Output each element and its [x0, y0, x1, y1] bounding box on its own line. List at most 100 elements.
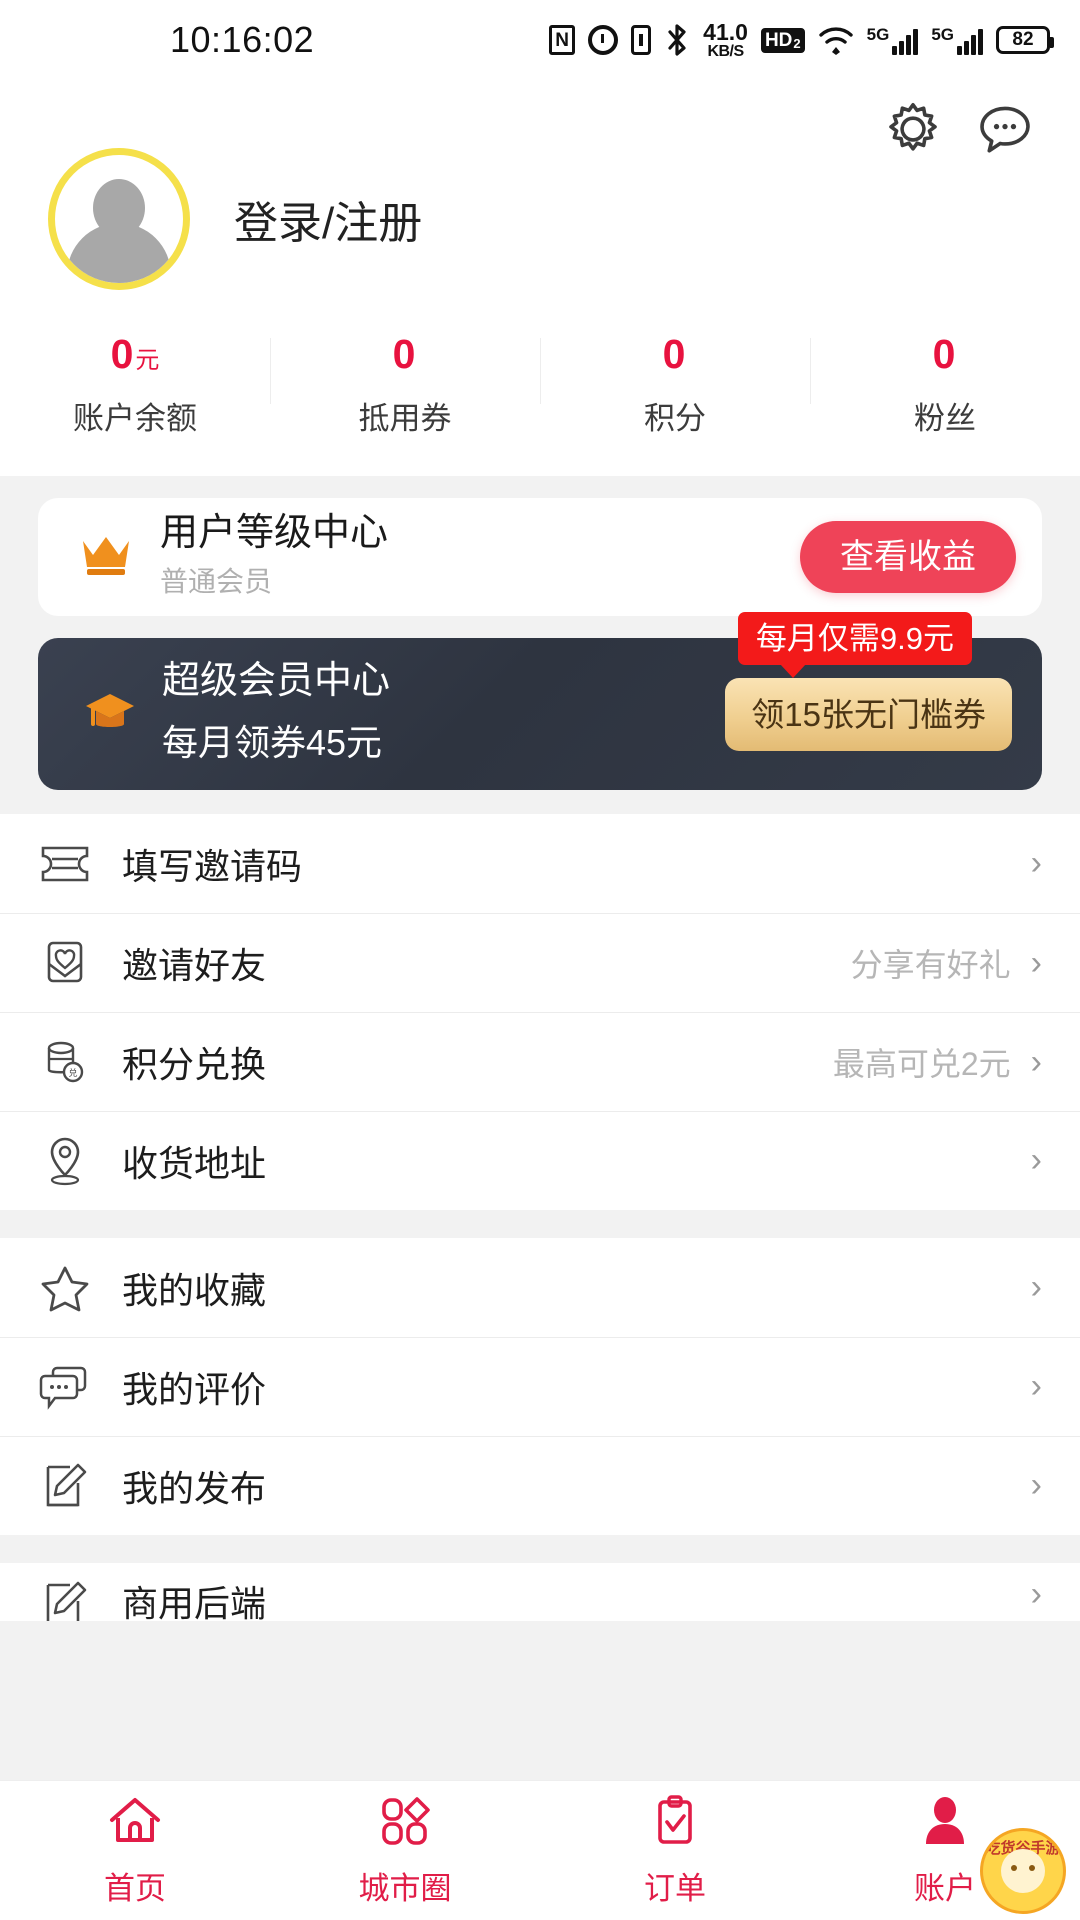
svg-text:兑: 兑 [68, 1067, 77, 1078]
city-glyph [382, 1796, 430, 1845]
profile-header: 登录/注册 0元 账户余额 0 抵用券 0 积分 0 粉丝 [0, 80, 1080, 476]
stat-item-fans[interactable]: 0 粉丝 [810, 334, 1080, 438]
login-register-label[interactable]: 登录/注册 [234, 187, 422, 251]
location-pin-glyph [50, 1137, 80, 1185]
sim2-label: 5G [931, 24, 954, 44]
menu-item-label: 积分兑换 [122, 1043, 267, 1085]
level-card-subtitle: 普通会员 [160, 565, 273, 597]
chevron-right-icon: › [1030, 844, 1042, 882]
stat-label: 积分 [644, 401, 706, 436]
star-glyph [41, 1266, 89, 1311]
menu-group-merchant: 商用后端 › [0, 1563, 1080, 1621]
tab-home[interactable]: 首页 [0, 1794, 270, 1908]
menu-item-merchant-backend[interactable]: 商用后端 › [0, 1563, 1080, 1621]
menu-group-secondary: 我的收藏 › 我的评价 › 我的发布 › [0, 1238, 1080, 1535]
user-level-card[interactable]: 用户等级中心 普通会员 查看收益 [38, 498, 1042, 616]
battery-icon: 82 [996, 26, 1054, 54]
stat-item-points[interactable]: 0 积分 [540, 334, 810, 438]
city-icon [376, 1794, 434, 1853]
chat-bubble-icon[interactable] [976, 100, 1034, 163]
menu-item-invite-friends[interactable]: 邀请好友 分享有好礼 › [0, 913, 1080, 1012]
menu-item-hint: 分享有好礼 [850, 946, 1011, 983]
menu-item-favorites[interactable]: 我的收藏 › [0, 1238, 1080, 1337]
account-icon [916, 1794, 974, 1853]
account-glyph [926, 1796, 964, 1844]
stat-value: 0 [662, 331, 686, 377]
merchant-glyph [46, 1581, 87, 1621]
menu-group-primary: 填写邀请码 › 邀请好友 分享有好礼 › 兑 积分兑换 最高可兑2元 › 收货地… [0, 814, 1080, 1210]
avatar[interactable] [48, 148, 190, 290]
network-speed-value: 41.0 [703, 18, 748, 45]
menu-item-shipping-address[interactable]: 收货地址 › [0, 1111, 1080, 1210]
merchant-icon [36, 1575, 94, 1621]
super-member-card[interactable]: 超级会员中心 每月领券45元 领15张无门槛券 每月仅需9.9元 [38, 612, 1042, 790]
menu-item-label: 我的评价 [122, 1368, 267, 1410]
section-divider [0, 1210, 1080, 1238]
ticket-glyph [41, 846, 89, 881]
menu-item-label: 填写邀请码 [122, 845, 303, 887]
level-card-title: 用户等级中心 [160, 512, 389, 555]
bluetooth-icon [664, 23, 690, 57]
coin-stack-glyph: 兑 [47, 1041, 84, 1082]
tab-label: 首页 [104, 1870, 166, 1906]
stat-value: 0 [392, 331, 416, 377]
home-glyph [110, 1797, 160, 1842]
super-card-title: 超级会员中心 [162, 660, 391, 703]
crown-icon [80, 531, 132, 584]
gear-glyph [889, 103, 937, 151]
menu-item-label: 我的收藏 [122, 1269, 267, 1311]
chevron-right-icon: › [1030, 1575, 1042, 1613]
chevron-right-icon: › [1030, 1367, 1042, 1405]
watermark-logo: 吃货谷手游 [980, 1828, 1066, 1914]
chevron-right-icon: › [1030, 943, 1042, 982]
membership-cards: 用户等级中心 普通会员 查看收益 超级会员中心 每月领券45元 领15张无门槛券… [0, 476, 1080, 814]
hd-label: HD [764, 29, 793, 51]
chat-bubble-glyph [980, 106, 1030, 153]
status-bar-icons: N 41.0 KB/S HD 2 5G 5G 82 [549, 0, 1054, 80]
stat-label: 账户余额 [73, 401, 197, 436]
claim-coupon-button[interactable]: 领15张无门槛券 [725, 677, 1012, 751]
hd-voice-icon: HD 2 [760, 27, 805, 53]
stat-item-balance[interactable]: 0元 账户余额 [0, 334, 270, 438]
chevron-right-icon: › [1030, 1466, 1042, 1504]
super-card-subtitle: 每月领券45元 [162, 721, 383, 763]
home-icon [106, 1794, 164, 1853]
menu-item-label: 收货地址 [122, 1142, 267, 1184]
order-glyph [658, 1794, 692, 1844]
stat-item-coupon[interactable]: 0 抵用券 [270, 334, 540, 438]
envelope-heart-glyph [47, 941, 83, 982]
ticket-icon [36, 835, 94, 893]
network-speed-unit: KB/S [707, 42, 744, 60]
menu-item-label: 商用后端 [122, 1583, 267, 1621]
stat-value: 0 [110, 331, 134, 377]
chevron-right-icon: › [1030, 1268, 1042, 1306]
tab-label: 订单 [644, 1870, 706, 1906]
wifi-glyph [818, 27, 853, 55]
price-badge: 每月仅需9.9元 [737, 612, 972, 678]
signal-icon: 5G [931, 26, 983, 55]
vibrate-icon [631, 25, 652, 55]
coin-stack-icon: 兑 [36, 1033, 94, 1091]
view-earnings-button[interactable]: 查看收益 [800, 521, 1016, 593]
graduation-cap-icon [84, 688, 136, 741]
edit-note-glyph [46, 1463, 87, 1506]
menu-item-label: 邀请好友 [122, 944, 267, 986]
section-divider [0, 1535, 1080, 1563]
alarm-icon [588, 25, 619, 55]
crown-glyph [83, 536, 129, 575]
menu-item-reviews[interactable]: 我的评价 › [0, 1337, 1080, 1436]
chevron-right-icon: › [1030, 1042, 1042, 1081]
menu-item-invite-code[interactable]: 填写邀请码 › [0, 814, 1080, 913]
status-bar: 10:16:02 N 41.0 KB/S HD 2 5G 5G 82 [0, 0, 1080, 80]
menu-item-points-exchange[interactable]: 兑 积分兑换 最高可兑2元 › [0, 1012, 1080, 1111]
network-speed-icon: 41.0 KB/S [703, 18, 748, 60]
tab-orders[interactable]: 订单 [540, 1794, 810, 1908]
stats-row: 0元 账户余额 0 抵用券 0 积分 0 粉丝 [0, 290, 1080, 476]
sim1-label: 5G [866, 24, 890, 44]
order-icon [646, 1794, 704, 1853]
gear-icon[interactable] [884, 100, 942, 163]
tab-city-circle[interactable]: 城市圈 [270, 1794, 540, 1908]
menu-item-my-posts[interactable]: 我的发布 › [0, 1436, 1080, 1535]
tab-label: 城市圈 [358, 1870, 452, 1906]
star-icon [36, 1259, 94, 1317]
